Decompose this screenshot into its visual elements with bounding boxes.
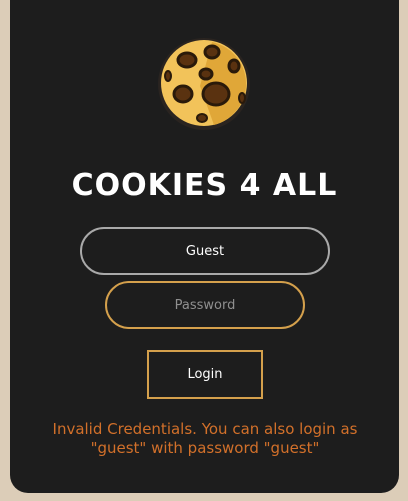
error-line-1: Invalid Credentials. You can also login … [52,420,358,438]
login-button[interactable]: Login [147,350,263,399]
password-input[interactable] [105,281,305,329]
username-input[interactable] [80,227,330,275]
error-message: Invalid Credentials. You can also login … [20,420,390,458]
page-title: COOKIES 4 ALL [71,168,338,203]
cookie-icon [158,38,250,130]
error-line-2: "guest" with password "guest" [90,439,320,457]
